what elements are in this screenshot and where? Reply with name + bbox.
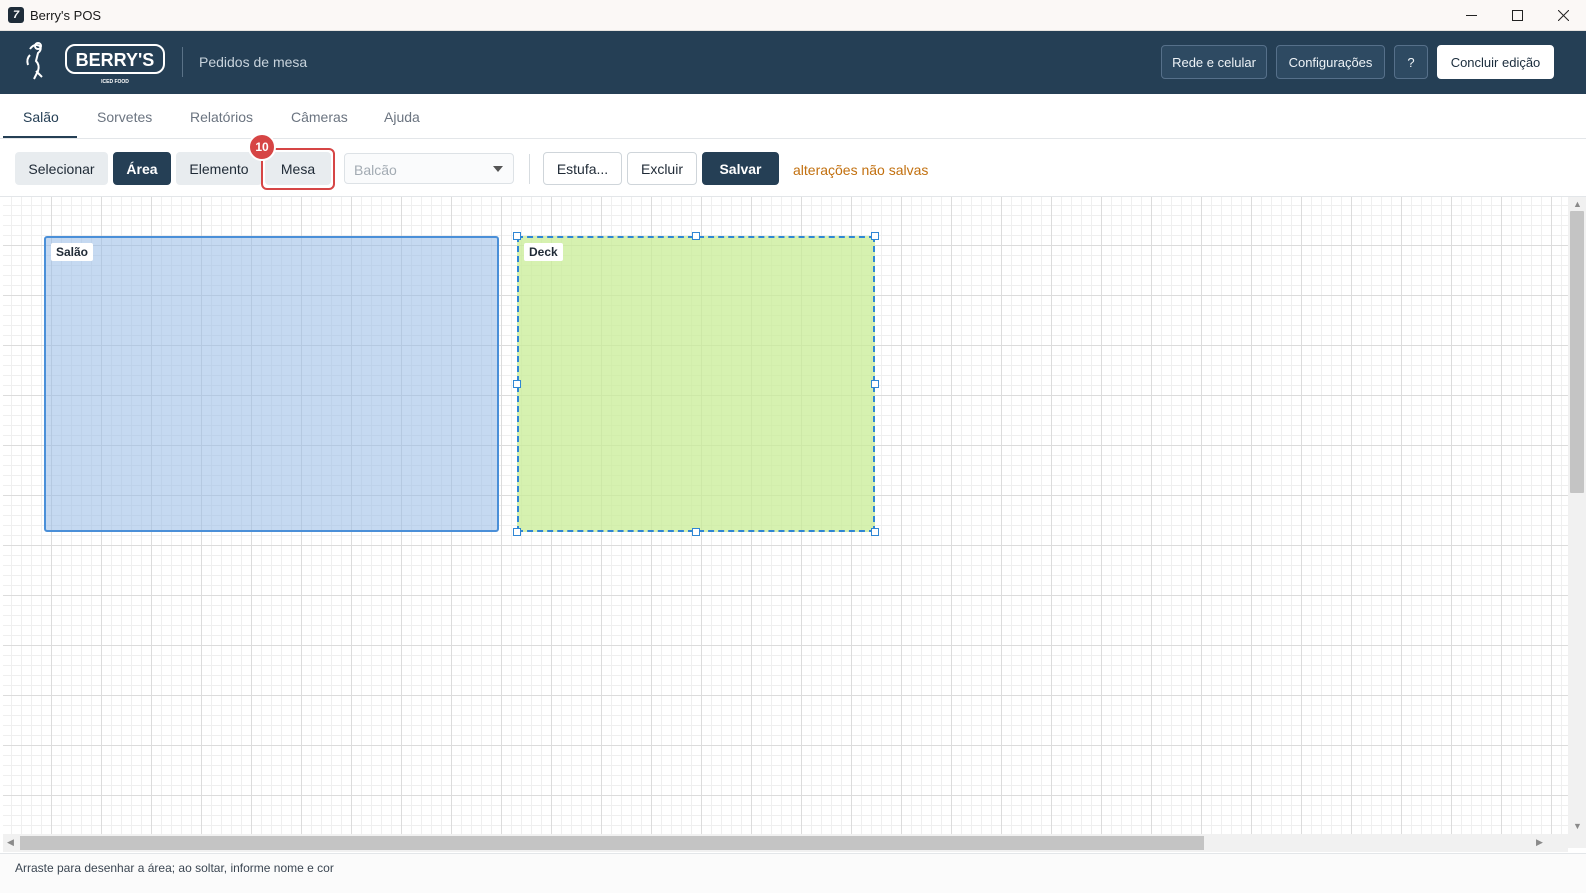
app-icon: 7 bbox=[8, 7, 24, 23]
select-tool-button[interactable]: Selecionar bbox=[15, 152, 108, 185]
close-button[interactable] bbox=[1540, 0, 1586, 31]
logo-subtext: ICED FOOD bbox=[101, 79, 129, 85]
tab-salao[interactable]: Salão bbox=[23, 109, 59, 125]
step-badge: 10 bbox=[248, 133, 276, 161]
minimize-icon bbox=[1465, 15, 1477, 16]
editor-toolbar: Selecionar Área Elemento Mesa 10 Balcão … bbox=[0, 133, 1586, 197]
page-title: Pedidos de mesa bbox=[199, 54, 308, 70]
header-divider bbox=[182, 47, 183, 77]
stove-button[interactable]: Estufa... bbox=[543, 152, 622, 185]
status-hint: Arraste para desenhar a área; ao soltar,… bbox=[15, 861, 334, 875]
berrys-logo: BERRY'S ICED FOOD bbox=[26, 42, 165, 85]
vertical-scrollbar[interactable]: ▲ ▼ bbox=[1568, 197, 1586, 848]
resize-handle-e[interactable] bbox=[871, 380, 879, 388]
settings-button[interactable]: Configurações bbox=[1276, 45, 1385, 79]
area-salao[interactable]: Salão bbox=[44, 236, 499, 532]
area-deck[interactable]: Deck bbox=[517, 236, 875, 532]
tab-ajuda[interactable]: Ajuda bbox=[384, 109, 420, 125]
maximize-button[interactable] bbox=[1494, 0, 1540, 31]
toolbar-divider bbox=[529, 154, 530, 184]
scroll-left-icon[interactable]: ◀ bbox=[7, 837, 14, 848]
horizontal-scroll-thumb[interactable] bbox=[20, 836, 1204, 850]
area-tool-button[interactable]: Área bbox=[113, 152, 171, 185]
help-button[interactable]: ? bbox=[1394, 45, 1428, 79]
status-bar: Arraste para desenhar a área; ao soltar,… bbox=[0, 853, 1586, 893]
active-tab-indicator bbox=[3, 136, 77, 138]
main-tabs: Salão Sorvetes Relatórios Câmeras Ajuda bbox=[0, 94, 1586, 139]
network-button[interactable]: Rede e celular bbox=[1161, 45, 1267, 79]
table-tool-button[interactable]: Mesa bbox=[265, 152, 331, 185]
save-button[interactable]: Salvar bbox=[702, 152, 779, 185]
horizontal-scrollbar[interactable]: ◀ ▶ bbox=[3, 834, 1568, 852]
app-header: BERRY'S ICED FOOD Pedidos de mesa Rede e… bbox=[0, 31, 1586, 94]
maximize-icon bbox=[1511, 10, 1523, 21]
element-tool-button[interactable]: Elemento bbox=[176, 152, 262, 185]
resize-handle-n[interactable] bbox=[692, 232, 700, 240]
resize-handle-sw[interactable] bbox=[513, 528, 521, 536]
tab-relatorios[interactable]: Relatórios bbox=[190, 109, 253, 125]
minimize-button[interactable] bbox=[1448, 0, 1494, 31]
area-label-deck: Deck bbox=[524, 243, 563, 261]
tab-cameras[interactable]: Câmeras bbox=[291, 109, 348, 125]
window-title: Berry's POS bbox=[30, 7, 102, 23]
resize-handle-s[interactable] bbox=[692, 528, 700, 536]
scroll-up-icon[interactable]: ▲ bbox=[1573, 199, 1582, 209]
close-icon bbox=[1557, 10, 1569, 21]
vertical-scroll-thumb[interactable] bbox=[1570, 211, 1584, 493]
tab-sorvetes[interactable]: Sorvetes bbox=[97, 109, 152, 125]
logo-text: BERRY'S bbox=[76, 50, 155, 70]
chevron-down-icon bbox=[493, 166, 503, 172]
resize-handle-nw[interactable] bbox=[513, 232, 521, 240]
area-label-salao: Salão bbox=[51, 243, 94, 261]
scroll-right-icon[interactable]: ▶ bbox=[1536, 837, 1543, 848]
finish-editing-button[interactable]: Concluir edição bbox=[1437, 45, 1554, 79]
delete-button[interactable]: Excluir bbox=[627, 152, 697, 185]
resize-handle-ne[interactable] bbox=[871, 232, 879, 240]
resize-handle-se[interactable] bbox=[871, 528, 879, 536]
area-select[interactable]: Balcão bbox=[344, 153, 514, 184]
area-select-value: Balcão bbox=[354, 162, 397, 178]
scroll-down-icon[interactable]: ▼ bbox=[1573, 821, 1582, 831]
resize-handle-w[interactable] bbox=[513, 380, 521, 388]
floor-plan-canvas[interactable]: Salão Deck bbox=[3, 197, 1568, 848]
window-controls bbox=[1448, 0, 1586, 31]
unsaved-changes-notice: alterações não salvas bbox=[793, 162, 929, 178]
window-titlebar: 7 Berry's POS bbox=[0, 0, 1586, 31]
